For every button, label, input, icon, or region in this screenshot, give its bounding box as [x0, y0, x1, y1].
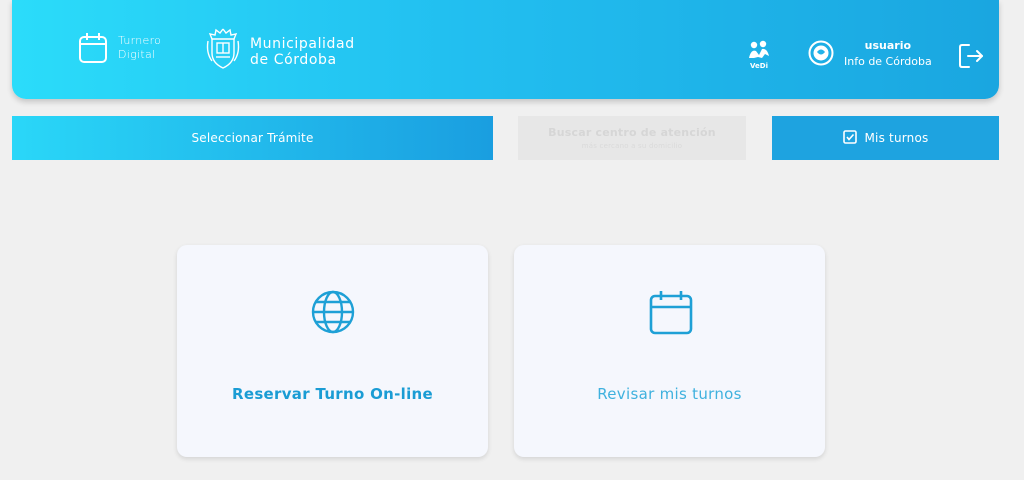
- app-name: Turnero Digital: [118, 34, 161, 62]
- select-procedure-label: Seleccionar Trámite: [191, 131, 314, 145]
- select-procedure-button[interactable]: Seleccionar Trámite: [12, 116, 493, 160]
- calendar-icon: [647, 289, 695, 341]
- globe-icon: [310, 289, 356, 339]
- municipal-crest-icon: [204, 25, 242, 75]
- municipality-name: Municipalidad de Córdoba: [250, 36, 355, 68]
- app-brand[interactable]: Turnero Digital: [78, 32, 161, 64]
- find-center-title: Buscar centro de atención: [548, 126, 716, 139]
- review-appointments-label: Revisar mis turnos: [597, 385, 742, 403]
- logout-icon[interactable]: [957, 42, 985, 74]
- user-avatar-icon[interactable]: [808, 40, 834, 70]
- app-name-line1: Turnero: [118, 34, 162, 47]
- find-center-button[interactable]: Buscar centro de atención más cercano a …: [518, 116, 746, 160]
- user-name: usuario: [864, 39, 912, 52]
- vedi-link[interactable]: VeDi: [745, 40, 773, 70]
- book-online-label: Reservar Turno On-line: [232, 385, 433, 403]
- find-center-subtitle: más cercano a su domicilio: [581, 142, 683, 150]
- check-square-icon: [842, 129, 865, 147]
- app-name-line2: Digital: [118, 48, 156, 61]
- calendar-icon: [78, 32, 108, 64]
- user-info[interactable]: usuario Info de Córdoba: [844, 38, 932, 70]
- review-appointments-card[interactable]: Revisar mis turnos: [514, 245, 825, 457]
- user-subtitle: Info de Córdoba: [844, 55, 932, 68]
- municipality-line2: de Córdoba: [250, 52, 337, 68]
- book-online-card[interactable]: Reservar Turno On-line: [177, 245, 488, 457]
- top-header: Turnero Digital Municipalidad de Córdoba: [12, 0, 999, 99]
- my-appointments-label: Mis turnos: [864, 131, 929, 145]
- my-appointments-button[interactable]: Mis turnos: [772, 116, 999, 160]
- municipality-line1: Municipalidad: [250, 36, 355, 52]
